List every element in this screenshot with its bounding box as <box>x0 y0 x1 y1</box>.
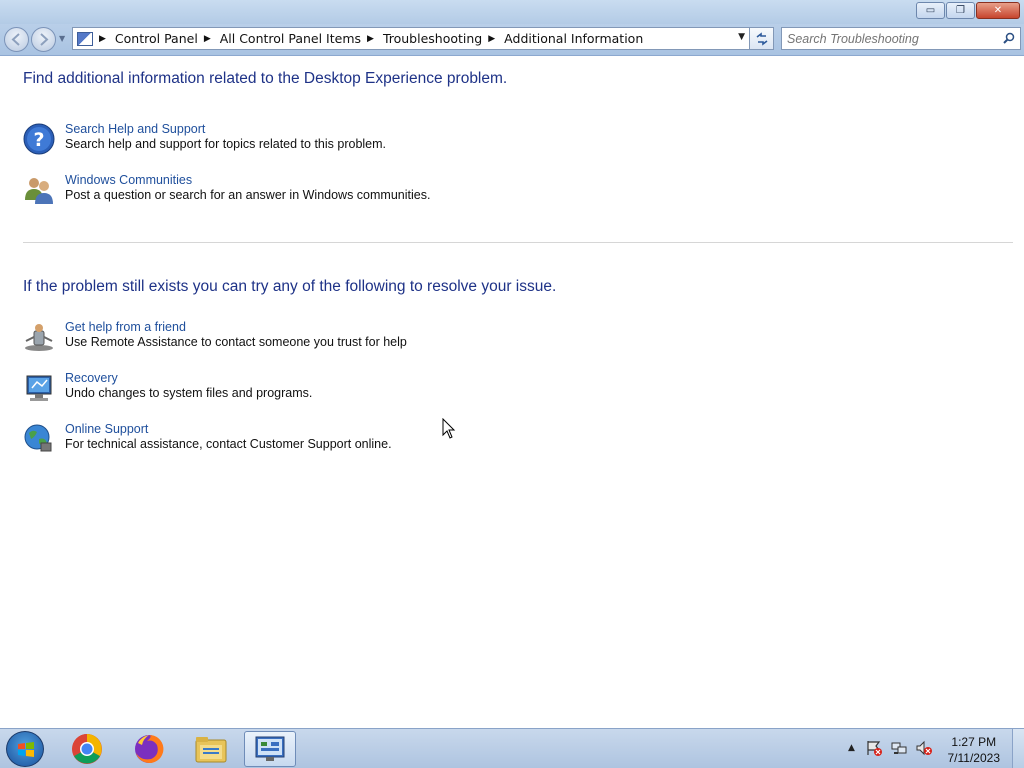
address-bar[interactable]: ▶ Control Panel ▶ All Control Panel Item… <box>72 27 750 50</box>
mouse-cursor-icon <box>442 418 456 439</box>
title-bar: ▭ ❐ ✕ <box>0 0 1024 24</box>
refresh-icon <box>756 31 767 46</box>
breadcrumb-all-items[interactable]: All Control Panel Items <box>220 31 361 46</box>
control-panel-icon <box>77 31 93 46</box>
taskbar-firefox[interactable] <box>123 731 175 767</box>
chevron-right-icon[interactable]: ▶ <box>99 34 106 44</box>
search-icon[interactable] <box>1003 32 1015 44</box>
recovery-icon <box>26 375 52 401</box>
address-dropdown-icon[interactable]: ▼ <box>738 32 745 42</box>
taskbar-control-panel[interactable] <box>244 731 296 767</box>
close-button[interactable]: ✕ <box>976 2 1020 19</box>
file-explorer-icon <box>195 737 227 763</box>
breadcrumb-additional-information[interactable]: Additional Information <box>504 31 643 46</box>
chrome-icon <box>72 734 102 764</box>
navigation-bar: ▼ ▶ Control Panel ▶ All Control Panel It… <box>0 24 1024 56</box>
remote-assistance-icon <box>25 324 53 351</box>
people-icon <box>25 178 53 204</box>
volume-muted-icon[interactable] <box>916 740 932 756</box>
search-help-support-description: Search help and support for topics relat… <box>65 137 387 151</box>
recent-pages-chevron-icon[interactable]: ▼ <box>59 34 65 43</box>
clock-time: 1:27 PM <box>951 735 997 749</box>
chevron-right-icon[interactable]: ▶ <box>204 34 211 44</box>
network-icon[interactable] <box>891 740 907 756</box>
task-online-support[interactable]: Online Support For technical assistance,… <box>23 422 392 455</box>
online-support-description: For technical assistance, contact Custom… <box>65 437 392 451</box>
forward-button[interactable] <box>31 27 56 52</box>
window-controls: ▭ ❐ ✕ <box>916 2 1020 19</box>
search-box[interactable] <box>781 27 1021 50</box>
windows-communities-link[interactable]: Windows Communities <box>65 173 430 188</box>
content-pane: Find additional information related to t… <box>0 57 1024 728</box>
breadcrumb: Control Panel ▶ All Control Panel Items … <box>115 31 643 46</box>
task-get-help-friend[interactable]: Get help from a friend Use Remote Assist… <box>23 320 407 353</box>
refresh-button[interactable] <box>750 27 774 50</box>
help-icon: ? <box>23 123 55 155</box>
recovery-description: Undo changes to system files and program… <box>65 386 313 400</box>
taskbar-clock[interactable]: 1:27 PM 7/11/2023 <box>948 734 1001 766</box>
action-center-flag-icon[interactable] <box>866 740 882 756</box>
breadcrumb-troubleshooting[interactable]: Troubleshooting <box>383 31 482 46</box>
minimize-button[interactable]: ▭ <box>916 2 945 19</box>
get-help-friend-description: Use Remote Assistance to contact someone… <box>65 335 407 349</box>
clock-date: 7/11/2023 <box>947 751 1001 765</box>
firefox-icon <box>135 734 164 763</box>
show-hidden-icons-icon[interactable]: ▲ <box>848 743 855 753</box>
forward-arrow-icon <box>40 33 49 46</box>
control-panel-icon <box>255 736 285 761</box>
section-heading-resolve: If the problem still exists you can try … <box>23 278 557 295</box>
task-search-help[interactable]: ? Search Help and Support Search help an… <box>23 122 386 155</box>
divider <box>23 242 1013 243</box>
maximize-button[interactable]: ❐ <box>946 2 975 19</box>
globe-icon <box>24 424 52 452</box>
breadcrumb-control-panel[interactable]: Control Panel <box>115 31 198 46</box>
task-windows-communities[interactable]: Windows Communities Post a question or s… <box>23 173 430 206</box>
chevron-right-icon[interactable]: ▶ <box>488 34 495 44</box>
svg-text:?: ? <box>33 129 44 151</box>
taskbar-chrome[interactable] <box>61 731 113 767</box>
search-input[interactable] <box>787 31 997 46</box>
taskbar: ▲ 1:27 PM 7/11/2023 <box>0 728 1024 768</box>
search-help-support-link[interactable]: Search Help and Support <box>65 122 386 137</box>
section-heading-additional-info: Find additional information related to t… <box>23 70 508 87</box>
windows-logo-icon <box>18 742 34 757</box>
show-desktop-button[interactable] <box>1012 729 1024 768</box>
start-button[interactable] <box>6 731 44 767</box>
taskbar-file-explorer[interactable] <box>185 731 237 767</box>
task-recovery[interactable]: Recovery Undo changes to system files an… <box>23 371 312 404</box>
recovery-link[interactable]: Recovery <box>65 371 312 386</box>
back-button[interactable] <box>4 27 29 52</box>
get-help-friend-link[interactable]: Get help from a friend <box>65 320 407 335</box>
online-support-link[interactable]: Online Support <box>65 422 392 437</box>
windows-communities-description: Post a question or search for an answer … <box>65 188 431 202</box>
chevron-right-icon[interactable]: ▶ <box>367 34 374 44</box>
back-arrow-icon <box>11 33 20 46</box>
